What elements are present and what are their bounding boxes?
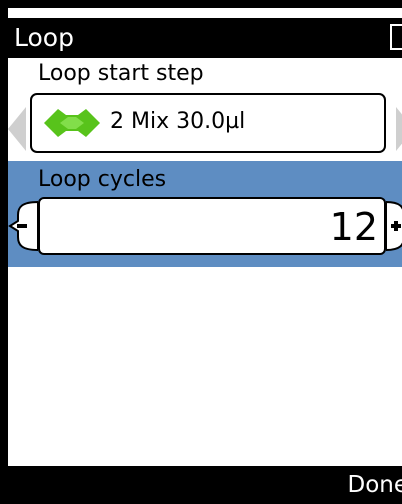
softkey-bar: Done <box>8 466 402 504</box>
next-step-arrow-icon[interactable] <box>396 107 402 151</box>
page-title: Loop <box>14 23 74 52</box>
decrement-cycles-button[interactable] <box>8 199 38 253</box>
increment-cycles-button[interactable] <box>386 199 402 253</box>
status-box-icon <box>390 24 402 50</box>
device-screen: Loop Loop start step 2 Mix 30.0µl Loop c… <box>8 8 402 504</box>
loop-start-step-text: 2 Mix 30.0µl <box>110 109 246 134</box>
loop-cycles-label: Loop cycles <box>38 167 167 192</box>
loop-start-label: Loop start step <box>38 61 204 86</box>
loop-cycles-field[interactable]: 12 <box>38 197 386 255</box>
previous-step-arrow-icon[interactable] <box>8 107 26 151</box>
mix-step-icon <box>44 109 100 137</box>
loop-cycles-value: 12 <box>329 205 378 249</box>
done-button[interactable]: Done <box>347 470 402 500</box>
title-bar: Loop <box>8 18 402 58</box>
loop-start-step-selector[interactable]: 2 Mix 30.0µl <box>30 93 386 153</box>
